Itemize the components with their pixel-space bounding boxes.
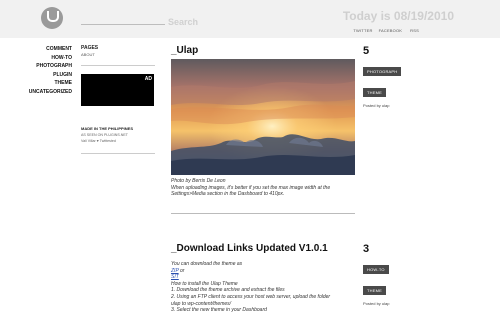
category-nav: COMMENT HOW-TO PHOTOGRAPH PLUGIN THEME U…: [0, 45, 72, 97]
post-download-links: _Download Links Updated V1.0.1 You can d…: [171, 243, 357, 313]
pages-item-about[interactable]: ABOUT: [81, 52, 155, 57]
sit-link[interactable]: SIT: [171, 274, 179, 280]
post-meta-download: 3 HOW-TO THEME Posted by ulap: [363, 243, 423, 306]
rss-link[interactable]: RSS: [410, 28, 419, 33]
search-input[interactable]: [81, 24, 165, 25]
post-line: ulap to wp-content/themes/: [171, 300, 232, 307]
zip-link[interactable]: ZIP: [171, 268, 179, 274]
made-in-subtitle[interactable]: AS SEEN ON PLUGINS.NET: [81, 133, 155, 137]
header: Search Today is 08/19/2010 TWITTER FACEB…: [0, 0, 500, 38]
post-ulap: _Ulap Photo by Berris De Leon When uploa…: [171, 45, 357, 214]
post-line: or: [179, 267, 185, 274]
tag-theme[interactable]: THEME: [363, 88, 386, 97]
nav-item-theme[interactable]: THEME: [0, 79, 73, 88]
nav-item-uncategorized[interactable]: UNCATEGORIZED: [0, 88, 72, 97]
facebook-link[interactable]: FACEBOOK: [379, 28, 403, 33]
comment-count[interactable]: 5: [363, 45, 423, 57]
divider: [81, 153, 155, 154]
pages-heading: PAGES: [81, 45, 99, 51]
posted-by: Posted by ulap: [363, 103, 390, 108]
search-button[interactable]: Search: [168, 17, 198, 27]
nav-item-how-to[interactable]: HOW-TO: [0, 54, 72, 63]
nav-item-plugin[interactable]: PLUGIN: [0, 71, 72, 80]
post-line: How to install the Ulap Theme: [171, 280, 238, 287]
social-links: TWITTER FACEBOOK RSS: [353, 28, 419, 33]
divider: [81, 65, 155, 66]
post-title[interactable]: _Download Links Updated V1.0.1: [171, 243, 357, 254]
post-body: You can download the theme as ZIP or SIT…: [171, 261, 355, 314]
ad-label: AD: [144, 76, 152, 82]
ad-banner[interactable]: AD: [81, 74, 154, 106]
post-line: 2. Using an FTP client to access your ho…: [171, 293, 331, 300]
post-caption: Photo by Berris De Leon When uploading i…: [171, 178, 355, 198]
post-line: 3. Select the new theme in your Dashboar…: [171, 307, 267, 314]
made-in-credits[interactable]: Vali Villar ♥ Twittested: [81, 139, 155, 143]
comment-count[interactable]: 3: [363, 243, 423, 255]
nav-item-comment[interactable]: COMMENT: [0, 45, 72, 54]
made-in-block: MADE IN THE PHILIPPINES AS SEEN ON PLUGI…: [81, 126, 155, 143]
tag-theme[interactable]: THEME: [363, 286, 386, 295]
sidebar: PAGES ABOUT AD MADE IN THE PHILIPPINES A…: [81, 45, 155, 154]
made-in-title: MADE IN THE PHILIPPINES: [81, 126, 134, 131]
nav-item-photograph[interactable]: PHOTOGRAPH: [0, 62, 72, 71]
today-date: Today is 08/19/2010: [342, 9, 454, 23]
posted-by: Posted by ulap: [363, 301, 390, 306]
post-line: You can download the theme as: [171, 261, 243, 267]
sunset-cloud-photo: [171, 59, 355, 175]
ulap-logo-icon[interactable]: [41, 7, 63, 29]
tag-how-to[interactable]: HOW-TO: [363, 265, 389, 274]
tag-photograph[interactable]: PHOTOGRAPH: [363, 67, 402, 76]
post-line: 1. Download the theme archive and extrac…: [171, 287, 285, 294]
twitter-link[interactable]: TWITTER: [353, 28, 372, 33]
post-divider: [171, 213, 355, 214]
caption-note-cont: Settings>Media section in the Dashboard …: [171, 191, 285, 197]
post-title[interactable]: _Ulap: [171, 45, 357, 56]
post-meta-ulap: 5 PHOTOGRAPH THEME Posted by ulap: [363, 45, 423, 108]
